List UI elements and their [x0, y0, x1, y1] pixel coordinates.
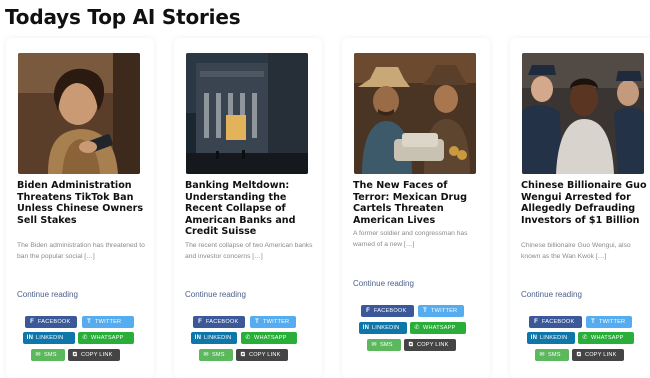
story-excerpt: A former soldier and congressman has war…	[353, 230, 468, 248]
whatsapp-icon: ✆	[582, 335, 588, 341]
facebook-share-button[interactable]: f Facebook	[25, 316, 77, 328]
linkedin-icon: in	[194, 335, 202, 341]
whatsapp-label: WhatsApp	[591, 335, 624, 341]
story-title[interactable]: The New Faces of Terror: Mexican Drug Ca…	[353, 180, 483, 226]
story-image[interactable]	[522, 53, 644, 174]
whatsapp-label: WhatsApp	[423, 325, 456, 331]
continue-reading-link[interactable]: Continue reading	[185, 290, 246, 299]
story-title[interactable]: Chinese Billionaire Guo Wengui Arrested …	[521, 180, 650, 226]
continue-reading-link[interactable]: Continue reading	[17, 290, 78, 299]
link-icon: ⧉	[576, 352, 582, 358]
story-image[interactable]	[18, 53, 140, 174]
copy-link-label: Copy Link	[81, 352, 113, 358]
linkedin-icon: in	[26, 335, 34, 341]
copy-link-label: Copy Link	[417, 342, 449, 348]
copy-link-button[interactable]: ⧉ Copy Link	[404, 339, 456, 351]
story-title[interactable]: Biden Administration Threatens TikTok Ba…	[17, 180, 147, 226]
facebook-share-button[interactable]: f Facebook	[361, 305, 414, 317]
sms-share-button[interactable]: ✉ SMS	[535, 349, 569, 361]
twitter-share-button[interactable]: t Twitter	[250, 316, 296, 328]
whatsapp-label: WhatsApp	[254, 335, 287, 341]
link-icon: ⧉	[408, 342, 414, 348]
link-icon: ⧉	[240, 352, 246, 358]
bank-building-at-night-image	[186, 53, 308, 174]
continue-reading-link[interactable]: Continue reading	[521, 290, 582, 299]
twitter-label: Twitter	[431, 308, 458, 314]
twitter-label: Twitter	[263, 319, 290, 325]
cowboys-with-packages-image	[354, 53, 476, 174]
linkedin-label: LinkedIn	[372, 325, 400, 331]
sms-share-button[interactable]: ✉ SMS	[31, 349, 65, 361]
copy-link-label: Copy Link	[249, 352, 281, 358]
facebook-label: Facebook	[206, 319, 239, 325]
sms-share-button[interactable]: ✉ SMS	[199, 349, 233, 361]
twitter-label: Twitter	[95, 319, 122, 325]
story-card: Biden Administration Threatens TikTok Ba…	[6, 38, 154, 378]
whatsapp-share-button[interactable]: ✆ WhatsApp	[410, 322, 466, 334]
story-card: Banking Meltdown: Understanding the Rece…	[174, 38, 322, 378]
story-excerpt: The Biden administration has threatened …	[17, 242, 145, 260]
sms-label: SMS	[380, 342, 393, 348]
man-arrested-by-police-image	[522, 53, 644, 174]
linkedin-icon: in	[362, 325, 370, 331]
facebook-icon: f	[366, 308, 370, 314]
facebook-label: Facebook	[542, 319, 575, 325]
story-image[interactable]	[186, 53, 308, 174]
whatsapp-icon: ✆	[245, 335, 251, 341]
sms-icon: ✉	[203, 352, 209, 358]
teen-using-phone-image	[18, 53, 140, 174]
story-excerpt: The recent collapse of two American bank…	[185, 242, 313, 260]
copy-link-button[interactable]: ⧉ Copy Link	[68, 349, 120, 361]
whatsapp-icon: ✆	[82, 335, 88, 341]
sms-icon: ✉	[35, 352, 41, 358]
twitter-icon: t	[423, 308, 427, 314]
story-card: The New Faces of Terror: Mexican Drug Ca…	[342, 38, 490, 378]
sms-label: SMS	[548, 352, 561, 358]
story-card: Chinese Billionaire Guo Wengui Arrested …	[510, 38, 650, 378]
linkedin-share-button[interactable]: in LinkedIn	[359, 322, 407, 334]
sms-share-button[interactable]: ✉ SMS	[367, 339, 401, 351]
copy-link-button[interactable]: ⧉ Copy Link	[572, 349, 624, 361]
linkedin-label: LinkedIn	[36, 335, 64, 341]
whatsapp-icon: ✆	[414, 325, 420, 331]
copy-link-button[interactable]: ⧉ Copy Link	[236, 349, 288, 361]
twitter-share-button[interactable]: t Twitter	[82, 316, 134, 328]
link-icon: ⧉	[72, 352, 78, 358]
linkedin-label: LinkedIn	[204, 335, 232, 341]
whatsapp-share-button[interactable]: ✆ WhatsApp	[78, 332, 134, 344]
twitter-icon: t	[87, 319, 91, 325]
facebook-icon: f	[198, 319, 202, 325]
facebook-share-button[interactable]: f Facebook	[193, 316, 245, 328]
twitter-icon: t	[255, 319, 259, 325]
facebook-label: Facebook	[38, 319, 71, 325]
whatsapp-label: WhatsApp	[91, 335, 124, 341]
story-image[interactable]	[354, 53, 476, 174]
linkedin-share-button[interactable]: in LinkedIn	[23, 332, 75, 344]
twitter-icon: t	[591, 319, 595, 325]
whatsapp-share-button[interactable]: ✆ WhatsApp	[241, 332, 297, 344]
linkedin-share-button[interactable]: in LinkedIn	[527, 332, 575, 344]
sms-icon: ✉	[539, 352, 545, 358]
sms-label: SMS	[212, 352, 225, 358]
twitter-share-button[interactable]: t Twitter	[418, 305, 464, 317]
facebook-label: Facebook	[374, 308, 407, 314]
story-title[interactable]: Banking Meltdown: Understanding the Rece…	[185, 180, 315, 238]
facebook-icon: f	[534, 319, 538, 325]
continue-reading-link[interactable]: Continue reading	[353, 279, 414, 288]
copy-link-label: Copy Link	[585, 352, 617, 358]
twitter-share-button[interactable]: t Twitter	[586, 316, 632, 328]
linkedin-share-button[interactable]: in LinkedIn	[191, 332, 237, 344]
linkedin-label: LinkedIn	[540, 335, 568, 341]
whatsapp-share-button[interactable]: ✆ WhatsApp	[578, 332, 634, 344]
twitter-label: Twitter	[599, 319, 626, 325]
linkedin-icon: in	[530, 335, 538, 341]
sms-label: SMS	[44, 352, 57, 358]
facebook-share-button[interactable]: f Facebook	[529, 316, 582, 328]
story-excerpt: Chinese billionaire Guo Wengui, also kno…	[521, 242, 631, 260]
page-title: Todays Top AI Stories	[5, 5, 241, 29]
facebook-icon: f	[30, 319, 34, 325]
sms-icon: ✉	[371, 342, 377, 348]
